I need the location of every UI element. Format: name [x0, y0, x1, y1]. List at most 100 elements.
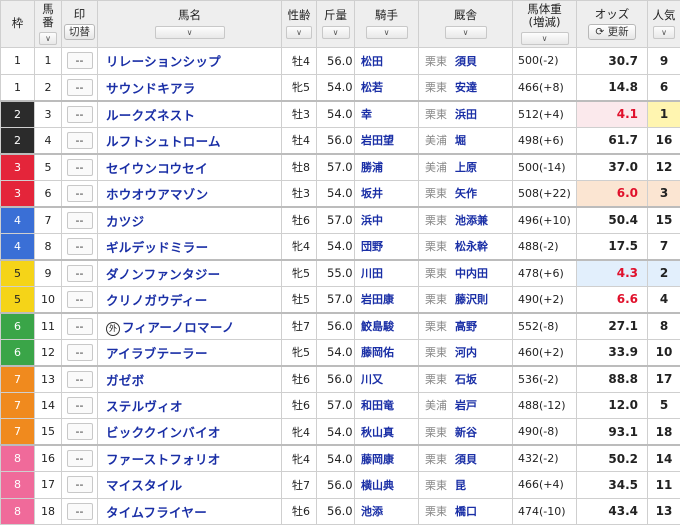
body-weight: 460(+2)	[518, 345, 564, 359]
mark-select[interactable]: --	[66, 317, 93, 335]
waku-number: 4	[14, 239, 21, 253]
mark-select[interactable]: --	[66, 290, 93, 308]
horse-name-link[interactable]: ルフトシュトローム	[106, 134, 221, 149]
horse-name-link[interactable]: セイウンコウセイ	[106, 161, 208, 176]
jockey-link[interactable]: 浜中	[361, 214, 383, 227]
jockey-link[interactable]: 坂井	[361, 187, 383, 200]
trainer-link[interactable]: 高野	[455, 320, 477, 333]
stable-area: 栗東	[425, 81, 447, 94]
trainer-link[interactable]: 藤沢則	[455, 293, 488, 306]
jockey-link[interactable]: 池添	[361, 505, 383, 518]
sort-jockey-button[interactable]: ∨	[365, 25, 408, 39]
horse-name-link[interactable]: ステルヴィオ	[106, 399, 183, 414]
trainer-link[interactable]: 昆	[455, 479, 466, 492]
horse-name-link[interactable]: タイムフライヤー	[106, 505, 207, 520]
mark-select[interactable]: --	[66, 450, 93, 467]
popularity-cell: 5	[647, 391, 680, 419]
mark-select[interactable]: --	[66, 131, 93, 149]
jockey-link[interactable]: 和田竜	[361, 399, 394, 412]
sort-sex-age-button[interactable]: ∨	[286, 25, 312, 39]
trainer-link[interactable]: 須貝	[455, 453, 477, 466]
jockey-link[interactable]: 藤岡康	[361, 453, 394, 466]
jockey-link[interactable]: 鮫島駿	[361, 320, 394, 333]
mark-select[interactable]: --	[66, 343, 93, 361]
trainer-link[interactable]: 橋口	[455, 505, 477, 518]
jockey-link[interactable]: 団野	[361, 240, 383, 253]
sort-weight-button[interactable]: ∨	[321, 25, 350, 39]
mark-select[interactable]: --	[66, 211, 93, 229]
trainer-link[interactable]: 新谷	[455, 426, 477, 439]
mark-cell: --	[61, 418, 98, 446]
sort-horse-name-button[interactable]: ∨	[154, 25, 225, 39]
sort-body-weight-button[interactable]: ∨	[520, 32, 569, 46]
jockey-link[interactable]: 勝浦	[361, 161, 383, 174]
mark-select[interactable]: --	[66, 396, 93, 414]
mark-select[interactable]: --	[66, 78, 93, 96]
jockey-link[interactable]: 松田	[361, 55, 383, 68]
mark-select[interactable]: --	[66, 476, 93, 494]
mark-select[interactable]: --	[66, 423, 93, 440]
jockey-link[interactable]: 岩田康	[361, 293, 394, 306]
horse-name-link[interactable]: ダノンファンタジー	[106, 267, 220, 282]
horse-name-link[interactable]: クリノガウディー	[106, 293, 208, 308]
mark-select[interactable]: --	[66, 105, 93, 123]
trainer-link[interactable]: 河内	[455, 346, 477, 359]
jockey-link[interactable]: 川又	[361, 373, 383, 386]
jockey-link[interactable]: 幸	[361, 108, 372, 121]
jockey-link[interactable]: 秋山真	[361, 426, 394, 439]
trainer-link[interactable]: 安達	[455, 81, 477, 94]
trainer-link[interactable]: 堀	[455, 134, 466, 147]
mark-toggle-button[interactable]: 切替	[64, 23, 95, 40]
sex-age-cell: 牡7	[281, 312, 317, 340]
mark-select[interactable]: --	[66, 264, 93, 282]
sex-age: 牝5	[292, 81, 310, 94]
body-weight-cell: 496(+10)	[512, 206, 577, 234]
horse-name-link[interactable]: カツジ	[106, 214, 144, 229]
odds-cell: 4.1	[576, 100, 648, 128]
horse-name-link[interactable]: リレーションシップ	[106, 54, 221, 69]
mark-select[interactable]: --	[66, 237, 93, 255]
jockey-link[interactable]: 藤岡佑	[361, 346, 394, 359]
trainer-link[interactable]: 上原	[455, 161, 477, 174]
odds-value: 14.8	[608, 80, 638, 94]
horse-name-link[interactable]: ファーストフォリオ	[106, 452, 221, 467]
jockey-link[interactable]: 松若	[361, 81, 383, 94]
trainer-link[interactable]: 中内田	[455, 267, 488, 280]
horse-name-link[interactable]: ギルデッドミラー	[106, 240, 208, 255]
trainer-link[interactable]: 須貝	[455, 55, 477, 68]
mark-select[interactable]: --	[66, 184, 93, 202]
sort-umaban-button[interactable]: ∨	[39, 32, 57, 46]
horse-name-link[interactable]: ガゼボ	[106, 373, 144, 388]
horse-name-link[interactable]: フィアーノロマーノ	[122, 320, 235, 335]
sort-stable-button[interactable]: ∨	[444, 25, 487, 39]
carried-weight: 54.0	[327, 451, 353, 466]
jockey-link[interactable]: 岩田望	[361, 134, 394, 147]
horse-name-link[interactable]: マイスタイル	[106, 478, 182, 493]
umaban-number: 12	[41, 345, 55, 359]
mark-select[interactable]: --	[66, 158, 93, 176]
umaban-number: 16	[41, 452, 55, 465]
horse-name-link[interactable]: アイラブテーラー	[106, 346, 208, 361]
mark-select[interactable]: --	[66, 370, 93, 388]
trainer-link[interactable]: 石坂	[455, 373, 477, 386]
horse-name-link[interactable]: ルークズネスト	[106, 108, 195, 123]
horse-name-link[interactable]: サウンドキアラ	[106, 81, 196, 96]
trainer-link[interactable]: 浜田	[455, 108, 477, 121]
trainer-link[interactable]: 矢作	[455, 187, 477, 200]
body-weight-cell: 500(-2)	[512, 47, 577, 75]
trainer-link[interactable]: 池添兼	[455, 214, 488, 227]
sex-age: 牡8	[292, 161, 310, 174]
trainer-link[interactable]: 松永幹	[455, 240, 488, 253]
sort-popularity-button[interactable]: ∨	[653, 25, 675, 39]
jockey-link[interactable]: 川田	[361, 267, 383, 280]
horse-name-link[interactable]: ホウオウアマゾン	[106, 187, 208, 202]
mark-select[interactable]: --	[66, 502, 93, 520]
odds-cell: 50.2	[576, 444, 648, 472]
carried-weight: 54.0	[327, 424, 353, 439]
body-weight-cell: 488(-2)	[512, 232, 577, 260]
horse-name-link[interactable]: ビッククインバイオ	[106, 425, 221, 440]
odds-refresh-button[interactable]: ⟳ 更新	[588, 23, 636, 40]
trainer-link[interactable]: 岩戸	[455, 399, 477, 412]
mark-select[interactable]: --	[66, 52, 93, 70]
jockey-link[interactable]: 横山典	[361, 479, 394, 492]
